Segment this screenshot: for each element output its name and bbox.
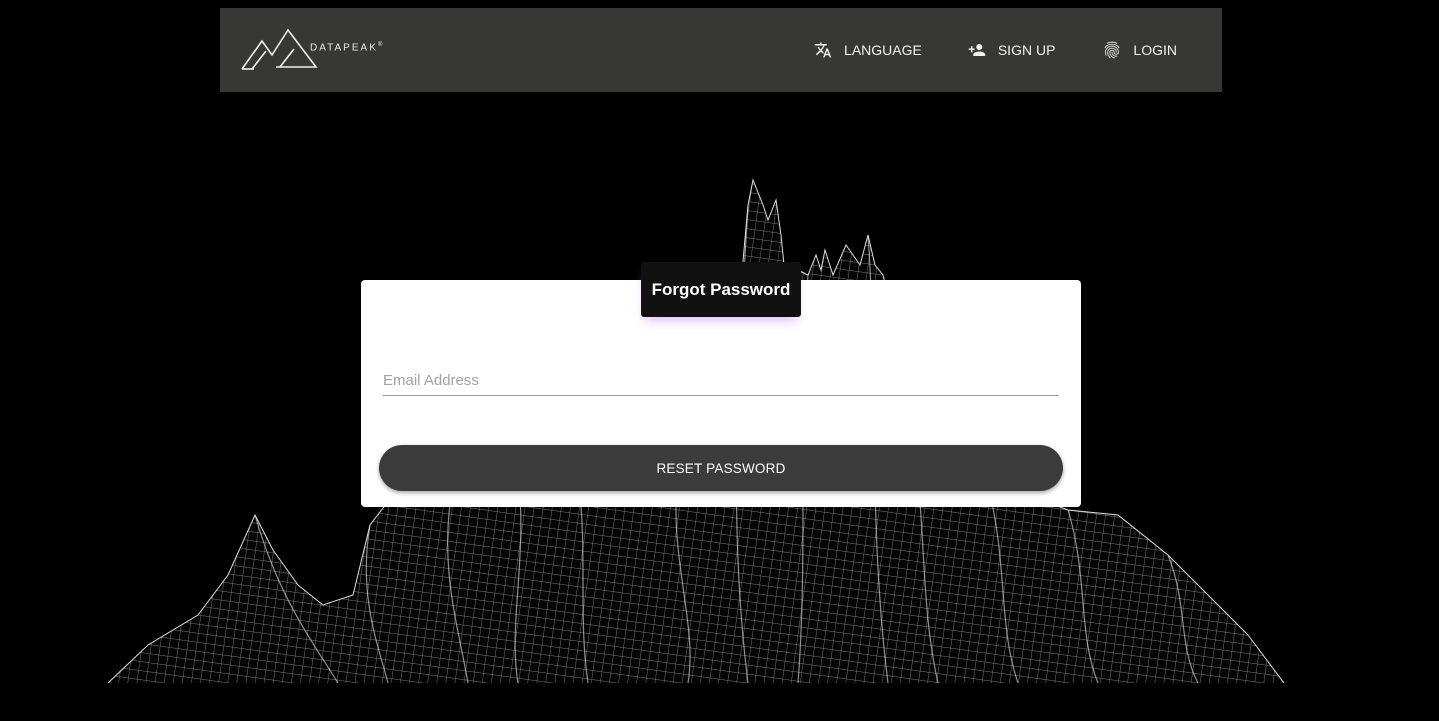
header-nav: LANGUAGE SIGN UP LOGIN	[812, 8, 1222, 92]
email-field[interactable]	[383, 362, 1059, 396]
fingerprint-icon	[1101, 39, 1123, 61]
card-title: Forgot Password	[641, 262, 801, 317]
datapeak-logo[interactable]: DATAPEAK®	[240, 27, 382, 73]
logo-text: DATAPEAK®	[310, 42, 382, 53]
translate-icon	[812, 39, 834, 61]
person-add-icon	[966, 39, 988, 61]
language-button[interactable]: LANGUAGE	[812, 30, 922, 70]
header-bar: DATAPEAK® LANGUAGE SIGN UP LOGIN	[220, 8, 1222, 92]
mountain-logo-icon	[241, 28, 318, 70]
reset-password-button[interactable]: RESET PASSWORD	[379, 445, 1063, 491]
logo-wordmark: DATAPEAK	[310, 42, 378, 54]
logo-registered-mark: ®	[377, 42, 383, 48]
login-label: LOGIN	[1133, 42, 1177, 58]
page: DATAPEAK® LANGUAGE SIGN UP LOGIN Forgot …	[0, 0, 1439, 721]
login-button[interactable]: LOGIN	[1101, 30, 1177, 70]
sign-up-label: SIGN UP	[997, 42, 1056, 58]
sign-up-button[interactable]: SIGN UP	[966, 30, 1056, 70]
language-label: LANGUAGE	[844, 42, 922, 58]
